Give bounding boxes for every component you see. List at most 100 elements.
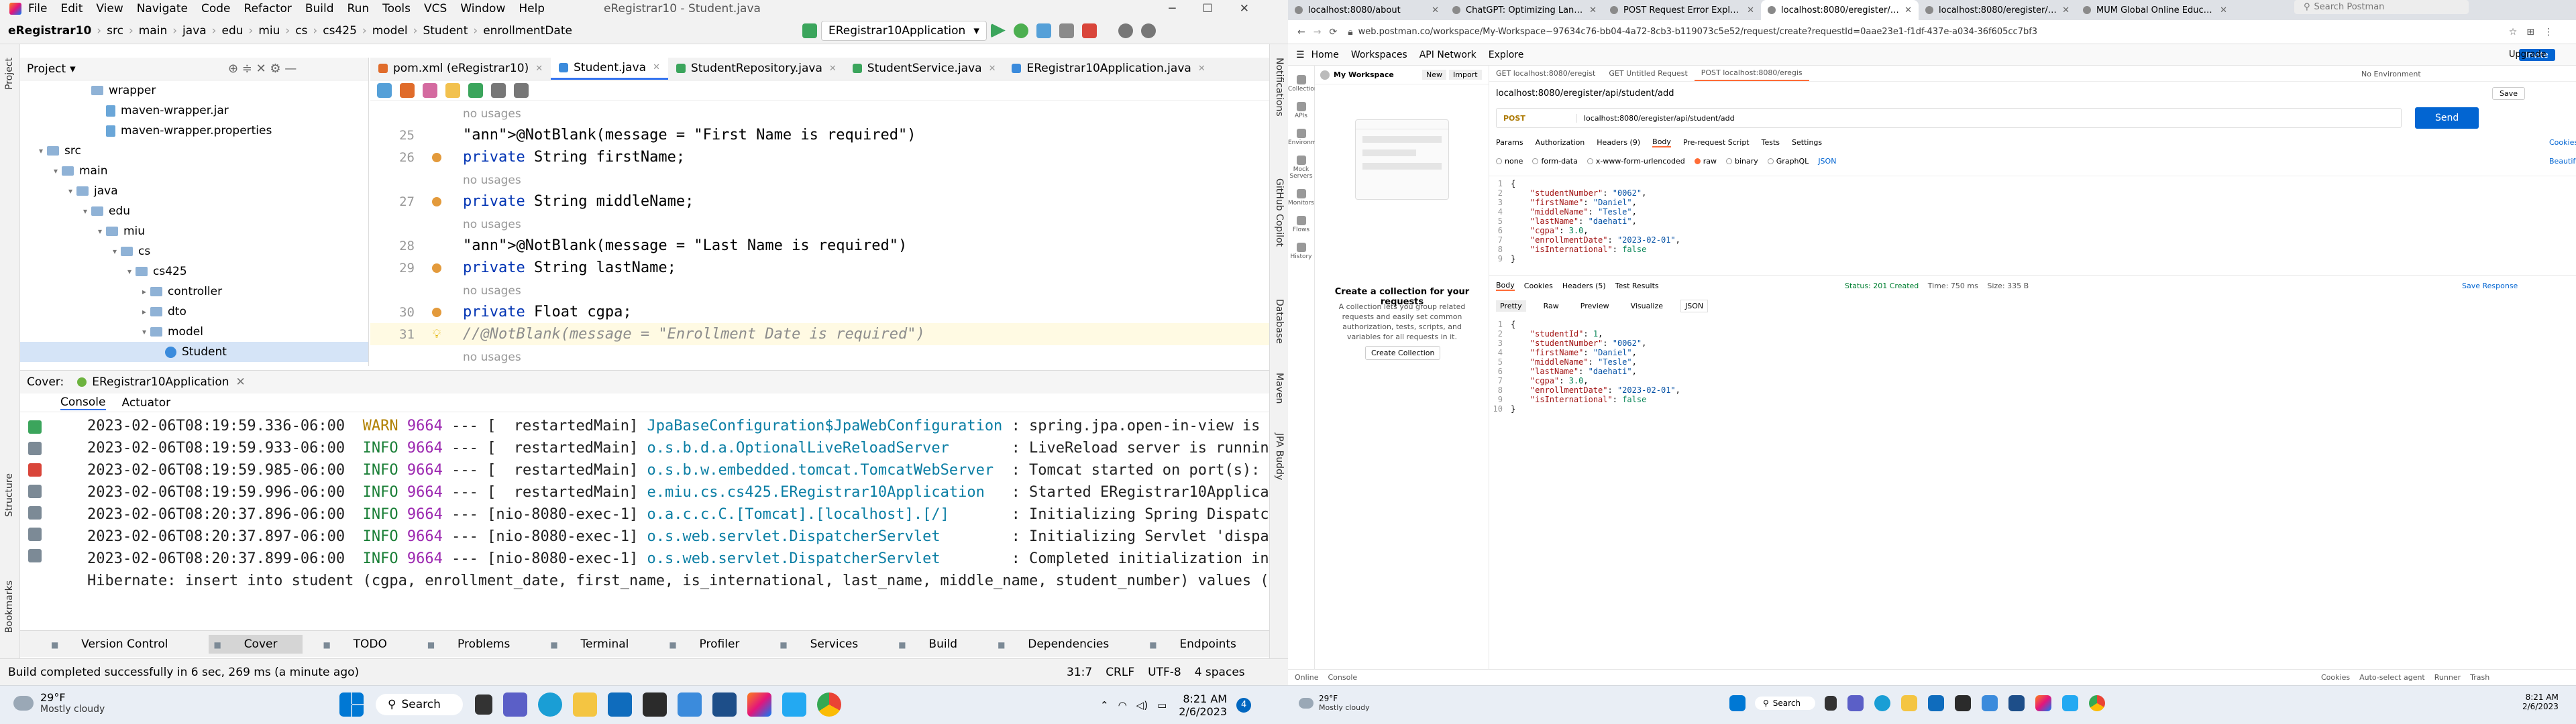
editor-tab[interactable]: pom.xml (eRegistrar10) ✕ xyxy=(370,58,551,80)
volume-icon[interactable]: ◁) xyxy=(1136,699,1148,711)
toolwindow-problems[interactable]: ■ Problems xyxy=(427,638,531,651)
build-hammer-icon[interactable] xyxy=(802,23,817,38)
clock-date-2[interactable]: 2/6/2023 xyxy=(2522,702,2559,711)
app-icon-1[interactable] xyxy=(712,692,737,717)
close-tab-icon[interactable]: ✕ xyxy=(829,64,837,74)
param-tab[interactable]: Body xyxy=(1652,137,1671,147)
gutter-marker[interactable] xyxy=(424,307,449,317)
method-select[interactable]: POST xyxy=(1497,113,1577,123)
code-area[interactable]: no usages 25 "ann">@NotBlank(message = "Fi… xyxy=(370,102,1269,366)
response-view-option[interactable]: Preview xyxy=(1576,300,1613,312)
snipping-icon-2[interactable] xyxy=(1982,695,1998,711)
import-button[interactable]: Import xyxy=(1449,70,1482,80)
toolwindow-terminal[interactable]: ■ Terminal xyxy=(550,638,649,651)
close-tab-icon[interactable]: ✕ xyxy=(989,64,996,74)
edit-icon[interactable] xyxy=(377,82,392,98)
gutter-marker[interactable] xyxy=(424,152,449,162)
clock-date[interactable]: 2/6/2023 xyxy=(1179,705,1227,718)
strip-structure[interactable]: Structure xyxy=(4,473,15,517)
footer-item[interactable]: Online xyxy=(1295,673,1318,682)
weather-widget-right[interactable]: 29°F Mostly cloudy xyxy=(1299,694,1370,712)
postman-menu-icon[interactable]: ☰ xyxy=(1296,50,1305,60)
send-button[interactable]: Send xyxy=(2415,107,2479,129)
close-tab-icon[interactable]: ✕ xyxy=(1589,5,1597,15)
param-tab[interactable]: Tests xyxy=(1762,138,1780,147)
exit-icon[interactable] xyxy=(28,506,42,520)
browser-tab[interactable]: localhost:8080/about ✕ xyxy=(1288,0,1446,20)
clock-time[interactable]: 8:21 AM xyxy=(1179,692,1227,705)
request-tab[interactable]: GET Untitled Request xyxy=(1602,66,1694,80)
status-item[interactable]: UTF-8 xyxy=(1148,666,1181,679)
tree-item[interactable]: wrapper xyxy=(20,80,368,101)
close-tab-icon[interactable]: ✕ xyxy=(1198,64,1205,74)
sort-icon[interactable] xyxy=(514,82,529,98)
intellij-taskbar-icon[interactable] xyxy=(747,692,771,717)
tree-item[interactable]: ▸ dto xyxy=(20,302,368,322)
strip-copilot[interactable]: GitHub Copilot xyxy=(1274,178,1285,247)
editor-tab[interactable]: StudentService.java ✕ xyxy=(845,58,1004,80)
task-view-icon[interactable] xyxy=(475,695,492,715)
menu-tools[interactable]: Tools xyxy=(382,2,411,15)
file-explorer-icon[interactable] xyxy=(573,692,597,717)
file-explorer-icon-2[interactable] xyxy=(1901,695,1917,711)
toolwindow-todo[interactable]: ■ TODO xyxy=(323,638,407,651)
windows-start-icon[interactable] xyxy=(339,692,364,717)
window-controls[interactable]: ─☐✕ xyxy=(1169,2,1276,15)
chrome-icon[interactable] xyxy=(817,692,841,717)
tree-item[interactable]: ▾ miu xyxy=(20,221,368,241)
sidebar-item-mock-servers[interactable]: Mock Servers xyxy=(1288,156,1314,180)
strip-jpa-buddy[interactable]: JPA Buddy xyxy=(1274,433,1285,480)
status-item[interactable]: 31:7 xyxy=(1067,666,1092,679)
editor-tab[interactable]: Student.java ✕ xyxy=(551,58,668,80)
beautify-link[interactable]: Beautify xyxy=(2549,157,2576,166)
teams-icon-2[interactable] xyxy=(1847,695,1864,711)
url-bar[interactable]: POST localhost:8080/eregister/api/studen… xyxy=(1496,108,2402,128)
close-tab-icon[interactable]: ✕ xyxy=(653,62,660,72)
param-tab[interactable]: Authorization xyxy=(1536,138,1585,147)
request-url-input[interactable]: localhost:8080/eregister/api/student/add xyxy=(1577,114,1735,123)
response-view-option[interactable]: JSON xyxy=(1680,299,1709,312)
gutter-marker[interactable] xyxy=(424,196,449,206)
footer-item[interactable]: Runner xyxy=(2434,673,2461,682)
collapse-all-icon[interactable]: ⊕ ≑ ✕ ⚙ — xyxy=(228,62,297,76)
windows-start-icon-2[interactable] xyxy=(1729,695,1746,711)
body-type-option[interactable]: none xyxy=(1496,157,1523,166)
menu-run[interactable]: Run xyxy=(347,2,370,15)
editor-tab[interactable]: StudentRepository.java ✕ xyxy=(668,58,845,80)
terminal-icon[interactable] xyxy=(643,692,667,717)
tab-console[interactable]: Console xyxy=(60,396,106,410)
edge-icon[interactable] xyxy=(538,692,562,717)
debug-icon[interactable] xyxy=(1013,23,1028,38)
back-icon[interactable]: ← xyxy=(1297,27,1305,38)
tree-item[interactable]: ▾ src xyxy=(20,141,368,161)
forward-icon[interactable]: → xyxy=(1313,27,1322,38)
create-collection-button[interactable]: Create Collection xyxy=(1365,346,1441,360)
tree-item[interactable]: ▸ controller xyxy=(20,282,368,302)
tree-arrow-icon[interactable]: ▾ xyxy=(35,146,47,156)
request-tab[interactable]: POST localhost:8080/eregis xyxy=(1694,66,1809,81)
close-tab-icon[interactable]: ✕ xyxy=(535,64,543,74)
settings-icon[interactable] xyxy=(1140,23,1156,38)
body-type-option[interactable]: form-data xyxy=(1532,157,1578,166)
toolwindow-endpoints[interactable]: ■ Endpoints xyxy=(1149,638,1256,651)
tree-arrow-icon[interactable]: ▾ xyxy=(50,166,62,176)
run-app-tab[interactable]: ERegistrar10Application ✕ xyxy=(77,375,246,389)
battery-icon[interactable]: ▭ xyxy=(1157,699,1167,711)
tree-item[interactable]: ▾ model xyxy=(20,322,368,342)
response-tab[interactable]: Body xyxy=(1496,281,1515,291)
field-marker-icon[interactable] xyxy=(432,307,441,317)
menu-refactor[interactable]: Refactor xyxy=(244,2,292,15)
param-tab[interactable]: Settings xyxy=(1792,138,1822,147)
tree-item[interactable]: maven-wrapper.properties xyxy=(20,121,368,141)
menu-file[interactable]: File xyxy=(28,2,47,15)
tree-arrow-icon[interactable]: ▾ xyxy=(109,247,121,256)
response-view-option[interactable]: Pretty xyxy=(1496,300,1526,312)
tree-arrow-icon[interactable]: ▾ xyxy=(138,327,150,337)
intellij-taskbar-icon-2[interactable] xyxy=(2035,695,2051,711)
browser-tab[interactable]: POST Request Error Explanation ✕ xyxy=(1603,0,1761,20)
param-tab[interactable]: Pre-request Script xyxy=(1683,138,1750,147)
tree-arrow-icon[interactable]: ▸ xyxy=(138,287,150,296)
request-body-editor[interactable]: 1{2 "studentNumber": "0062", 3 "firstName… xyxy=(1489,176,2576,276)
reload-icon[interactable]: ⟳ xyxy=(1329,27,1337,38)
menu-edit[interactable]: Edit xyxy=(60,2,83,15)
